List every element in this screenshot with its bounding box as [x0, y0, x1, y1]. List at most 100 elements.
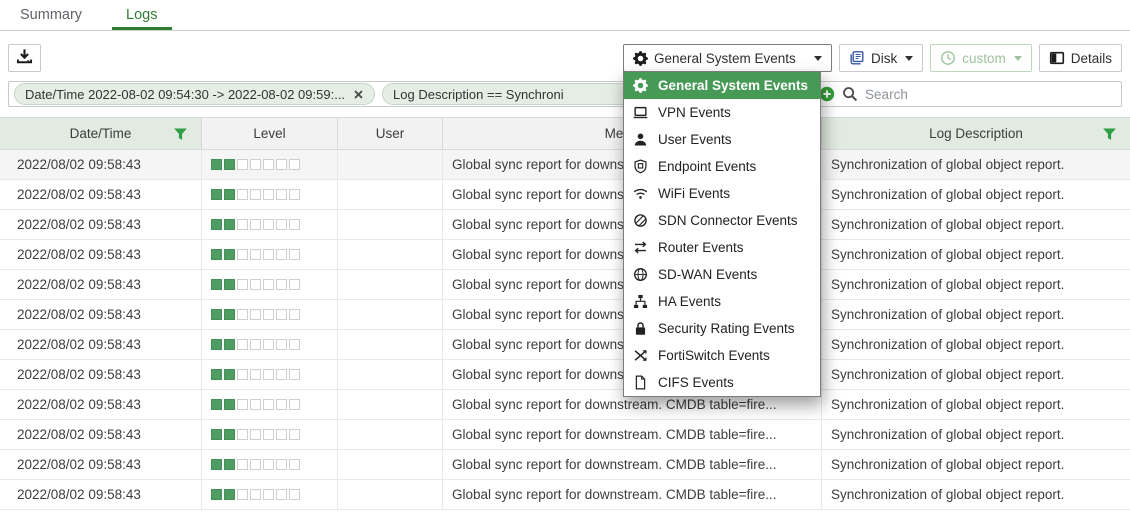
download-button[interactable] [8, 44, 41, 72]
level-square-empty [237, 309, 248, 320]
cell-datetime: 2022/08/02 09:58:43 [0, 210, 202, 239]
filter-funnel-icon[interactable] [173, 127, 188, 145]
menu-item-cifs-events[interactable]: CIFS Events [624, 369, 820, 396]
level-square-empty [276, 219, 287, 230]
level-square-empty [263, 279, 274, 290]
level-square-empty [276, 459, 287, 470]
level-square-filled [224, 369, 235, 380]
level-square-filled [211, 369, 222, 380]
column-header-datetime[interactable]: Date/Time [0, 118, 202, 149]
column-header-user[interactable]: User [338, 118, 443, 149]
search-filter-bar[interactable]: Date/Time 2022-08-02 09:54:30 -> 2022-08… [8, 81, 1122, 107]
filter-funnel-icon[interactable] [1102, 127, 1117, 145]
level-square-filled [224, 399, 235, 410]
details-label: Details [1071, 51, 1112, 66]
add-filter-icon[interactable] [819, 86, 835, 102]
details-button[interactable]: Details [1039, 44, 1122, 72]
level-indicator [211, 219, 300, 230]
columns-icon [1049, 50, 1065, 66]
cell-user [338, 300, 443, 329]
table-row[interactable]: 2022/08/02 09:58:43Global sync report fo… [0, 240, 1130, 270]
cell-user [338, 480, 443, 509]
event-log-view: Summary Logs General System Events Gener [0, 0, 1130, 514]
menu-item-vpn-events[interactable]: VPN Events [624, 99, 820, 126]
table-row[interactable]: 2022/08/02 09:58:43Global sync report fo… [0, 420, 1130, 450]
level-square-empty [263, 429, 274, 440]
level-square-filled [224, 489, 235, 500]
table-row[interactable]: 2022/08/02 09:58:43Global sync report fo… [0, 360, 1130, 390]
table-row[interactable]: 2022/08/02 09:58:43Global sync report fo… [0, 450, 1130, 480]
table-row[interactable]: 2022/08/02 09:58:43Global sync report fo… [0, 480, 1130, 510]
tab-summary-label: Summary [20, 7, 82, 23]
tab-summary[interactable]: Summary [20, 0, 82, 30]
menu-item-fortiswitch-events[interactable]: FortiSwitch Events [624, 342, 820, 369]
cell-level [202, 270, 338, 299]
menu-item-label: VPN Events [658, 105, 731, 120]
event-type-menu: General System Events VPN Events User Even… [623, 71, 821, 397]
level-square-filled [211, 339, 222, 350]
remove-filter-icon[interactable] [353, 89, 364, 100]
cell-level [202, 480, 338, 509]
level-square-empty [250, 219, 261, 230]
event-type-dropdown-button[interactable]: General System Events [623, 44, 832, 72]
cell-log-description: Synchronization of global object report. [822, 210, 1130, 239]
level-square-empty [263, 249, 274, 260]
menu-item-user-events[interactable]: User Events [624, 126, 820, 153]
table-row[interactable]: 2022/08/02 09:58:43Global sync report fo… [0, 180, 1130, 210]
cell-log-description: Synchronization of global object report. [822, 150, 1130, 179]
menu-item-security-rating-events[interactable]: Security Rating Events [624, 315, 820, 342]
menu-item-endpoint-events[interactable]: Endpoint Events [624, 153, 820, 180]
column-header-level[interactable]: Level [202, 118, 338, 149]
level-square-filled [211, 249, 222, 260]
custom-time-button[interactable]: custom [930, 44, 1032, 72]
cell-level [202, 330, 338, 359]
level-square-filled [211, 189, 222, 200]
tab-bar: Summary Logs [0, 0, 1130, 31]
table-row[interactable]: 2022/08/02 09:58:43Global sync report fo… [0, 270, 1130, 300]
cell-level [202, 420, 338, 449]
table-row[interactable]: 2022/08/02 09:58:43Global sync report fo… [0, 330, 1130, 360]
search-input[interactable] [865, 83, 1116, 105]
disk-button[interactable]: Disk [839, 44, 923, 72]
cell-log-description: Synchronization of global object report. [822, 270, 1130, 299]
level-indicator [211, 189, 300, 200]
gear-icon [633, 51, 648, 66]
level-indicator [211, 369, 300, 380]
cell-user [338, 450, 443, 479]
menu-item-sd-wan-events[interactable]: SD-WAN Events [624, 261, 820, 288]
level-square-filled [224, 249, 235, 260]
cell-log-description: Synchronization of global object report. [822, 300, 1130, 329]
menu-item-label: WiFi Events [658, 186, 730, 201]
menu-item-ha-events[interactable]: HA Events [624, 288, 820, 315]
level-square-empty [237, 249, 248, 260]
level-square-empty [250, 459, 261, 470]
cell-datetime: 2022/08/02 09:58:43 [0, 180, 202, 209]
menu-item-sdn-connector-events[interactable]: SDN Connector Events [624, 207, 820, 234]
table-row[interactable]: 2022/08/02 09:58:43Global sync report fo… [0, 300, 1130, 330]
menu-item-router-events[interactable]: Router Events [624, 234, 820, 261]
level-indicator [211, 339, 300, 350]
level-square-empty [289, 249, 300, 260]
level-indicator [211, 159, 300, 170]
table-row[interactable]: 2022/08/02 09:58:43Global sync report fo… [0, 150, 1130, 180]
cell-user [338, 270, 443, 299]
tab-logs[interactable]: Logs [126, 0, 157, 30]
column-header-log-description[interactable]: Log Description [822, 118, 1130, 149]
level-square-empty [289, 309, 300, 320]
level-square-empty [237, 369, 248, 380]
menu-item-general-system-events[interactable]: General System Events [624, 72, 820, 99]
filter-pill-datetime: Date/Time 2022-08-02 09:54:30 -> 2022-08… [14, 83, 375, 105]
cell-user [338, 420, 443, 449]
table-row[interactable]: 2022/08/02 09:58:43Global sync report fo… [0, 210, 1130, 240]
level-square-empty [250, 399, 261, 410]
level-square-empty [250, 309, 261, 320]
cell-user [338, 210, 443, 239]
level-square-empty [276, 309, 287, 320]
level-square-empty [289, 429, 300, 440]
menu-item-label: User Events [658, 132, 732, 147]
menu-item-label: HA Events [658, 294, 721, 309]
table-row[interactable]: 2022/08/02 09:58:43Global sync report fo… [0, 390, 1130, 420]
level-square-empty [289, 369, 300, 380]
level-square-empty [250, 249, 261, 260]
menu-item-wifi-events[interactable]: WiFi Events [624, 180, 820, 207]
